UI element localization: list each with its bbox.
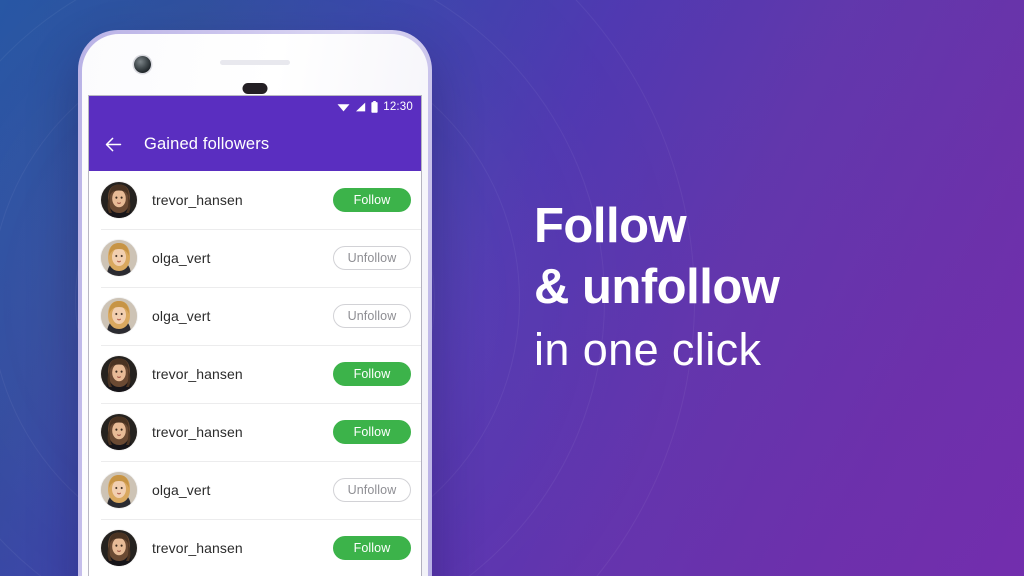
avatar xyxy=(101,414,137,450)
promo-headline: Follow & unfollow in one click xyxy=(534,196,780,380)
front-camera-icon xyxy=(134,56,151,73)
headline-line-3: in one click xyxy=(534,324,762,375)
headline-line-2: & unfollow xyxy=(534,260,780,314)
phone-screen: 12:30 Gained followers trevor_hansen Foll… xyxy=(89,96,421,576)
avatar xyxy=(101,356,137,392)
avatar xyxy=(101,472,137,508)
follower-row[interactable]: olga_vert Unfollow xyxy=(89,461,421,519)
battery-icon xyxy=(371,100,378,113)
follower-username: trevor_hansen xyxy=(152,366,243,382)
follower-row[interactable]: olga_vert Unfollow xyxy=(89,287,421,345)
earpiece-speaker-icon xyxy=(220,60,290,65)
status-time: 12:30 xyxy=(383,100,413,113)
signal-icon xyxy=(355,102,366,112)
avatar xyxy=(101,182,137,218)
phone-mockup: 12:30 Gained followers trevor_hansen Foll… xyxy=(78,30,432,576)
follower-list: trevor_hansen Follow olga_vert Unfollow olga… xyxy=(89,171,421,576)
follower-row[interactable]: trevor_hansen Follow xyxy=(89,403,421,461)
unfollow-button[interactable]: Unfollow xyxy=(333,478,411,502)
status-bar: 12:30 xyxy=(89,96,421,117)
follower-username: trevor_hansen xyxy=(152,192,243,208)
follow-button[interactable]: Follow xyxy=(333,362,411,386)
avatar xyxy=(101,240,137,276)
follower-username: olga_vert xyxy=(152,308,211,324)
follow-button[interactable]: Follow xyxy=(333,536,411,560)
phone-body: 12:30 Gained followers trevor_hansen Foll… xyxy=(82,34,428,576)
headline-line-1: Follow xyxy=(534,199,687,253)
follow-button[interactable]: Follow xyxy=(333,188,411,212)
phone-top-bezel xyxy=(82,34,428,96)
proximity-sensor-icon xyxy=(242,83,268,94)
unfollow-button[interactable]: Unfollow xyxy=(333,246,411,270)
page-title: Gained followers xyxy=(144,134,270,153)
unfollow-button[interactable]: Unfollow xyxy=(333,304,411,328)
wifi-icon xyxy=(337,102,350,112)
promo-banner: 12:30 Gained followers trevor_hansen Foll… xyxy=(0,0,1024,576)
follower-username: olga_vert xyxy=(152,250,211,266)
follower-username: trevor_hansen xyxy=(152,424,243,440)
avatar xyxy=(101,298,137,334)
follower-username: olga_vert xyxy=(152,482,211,498)
follower-username: trevor_hansen xyxy=(152,540,243,556)
follower-row[interactable]: trevor_hansen Follow xyxy=(89,171,421,229)
avatar xyxy=(101,530,137,566)
follower-row[interactable]: trevor_hansen Follow xyxy=(89,345,421,403)
follower-row[interactable]: trevor_hansen Follow xyxy=(89,519,421,576)
app-bar: Gained followers xyxy=(89,117,421,171)
follow-button[interactable]: Follow xyxy=(333,420,411,444)
back-arrow-icon[interactable] xyxy=(103,134,124,155)
follower-row[interactable]: olga_vert Unfollow xyxy=(89,229,421,287)
